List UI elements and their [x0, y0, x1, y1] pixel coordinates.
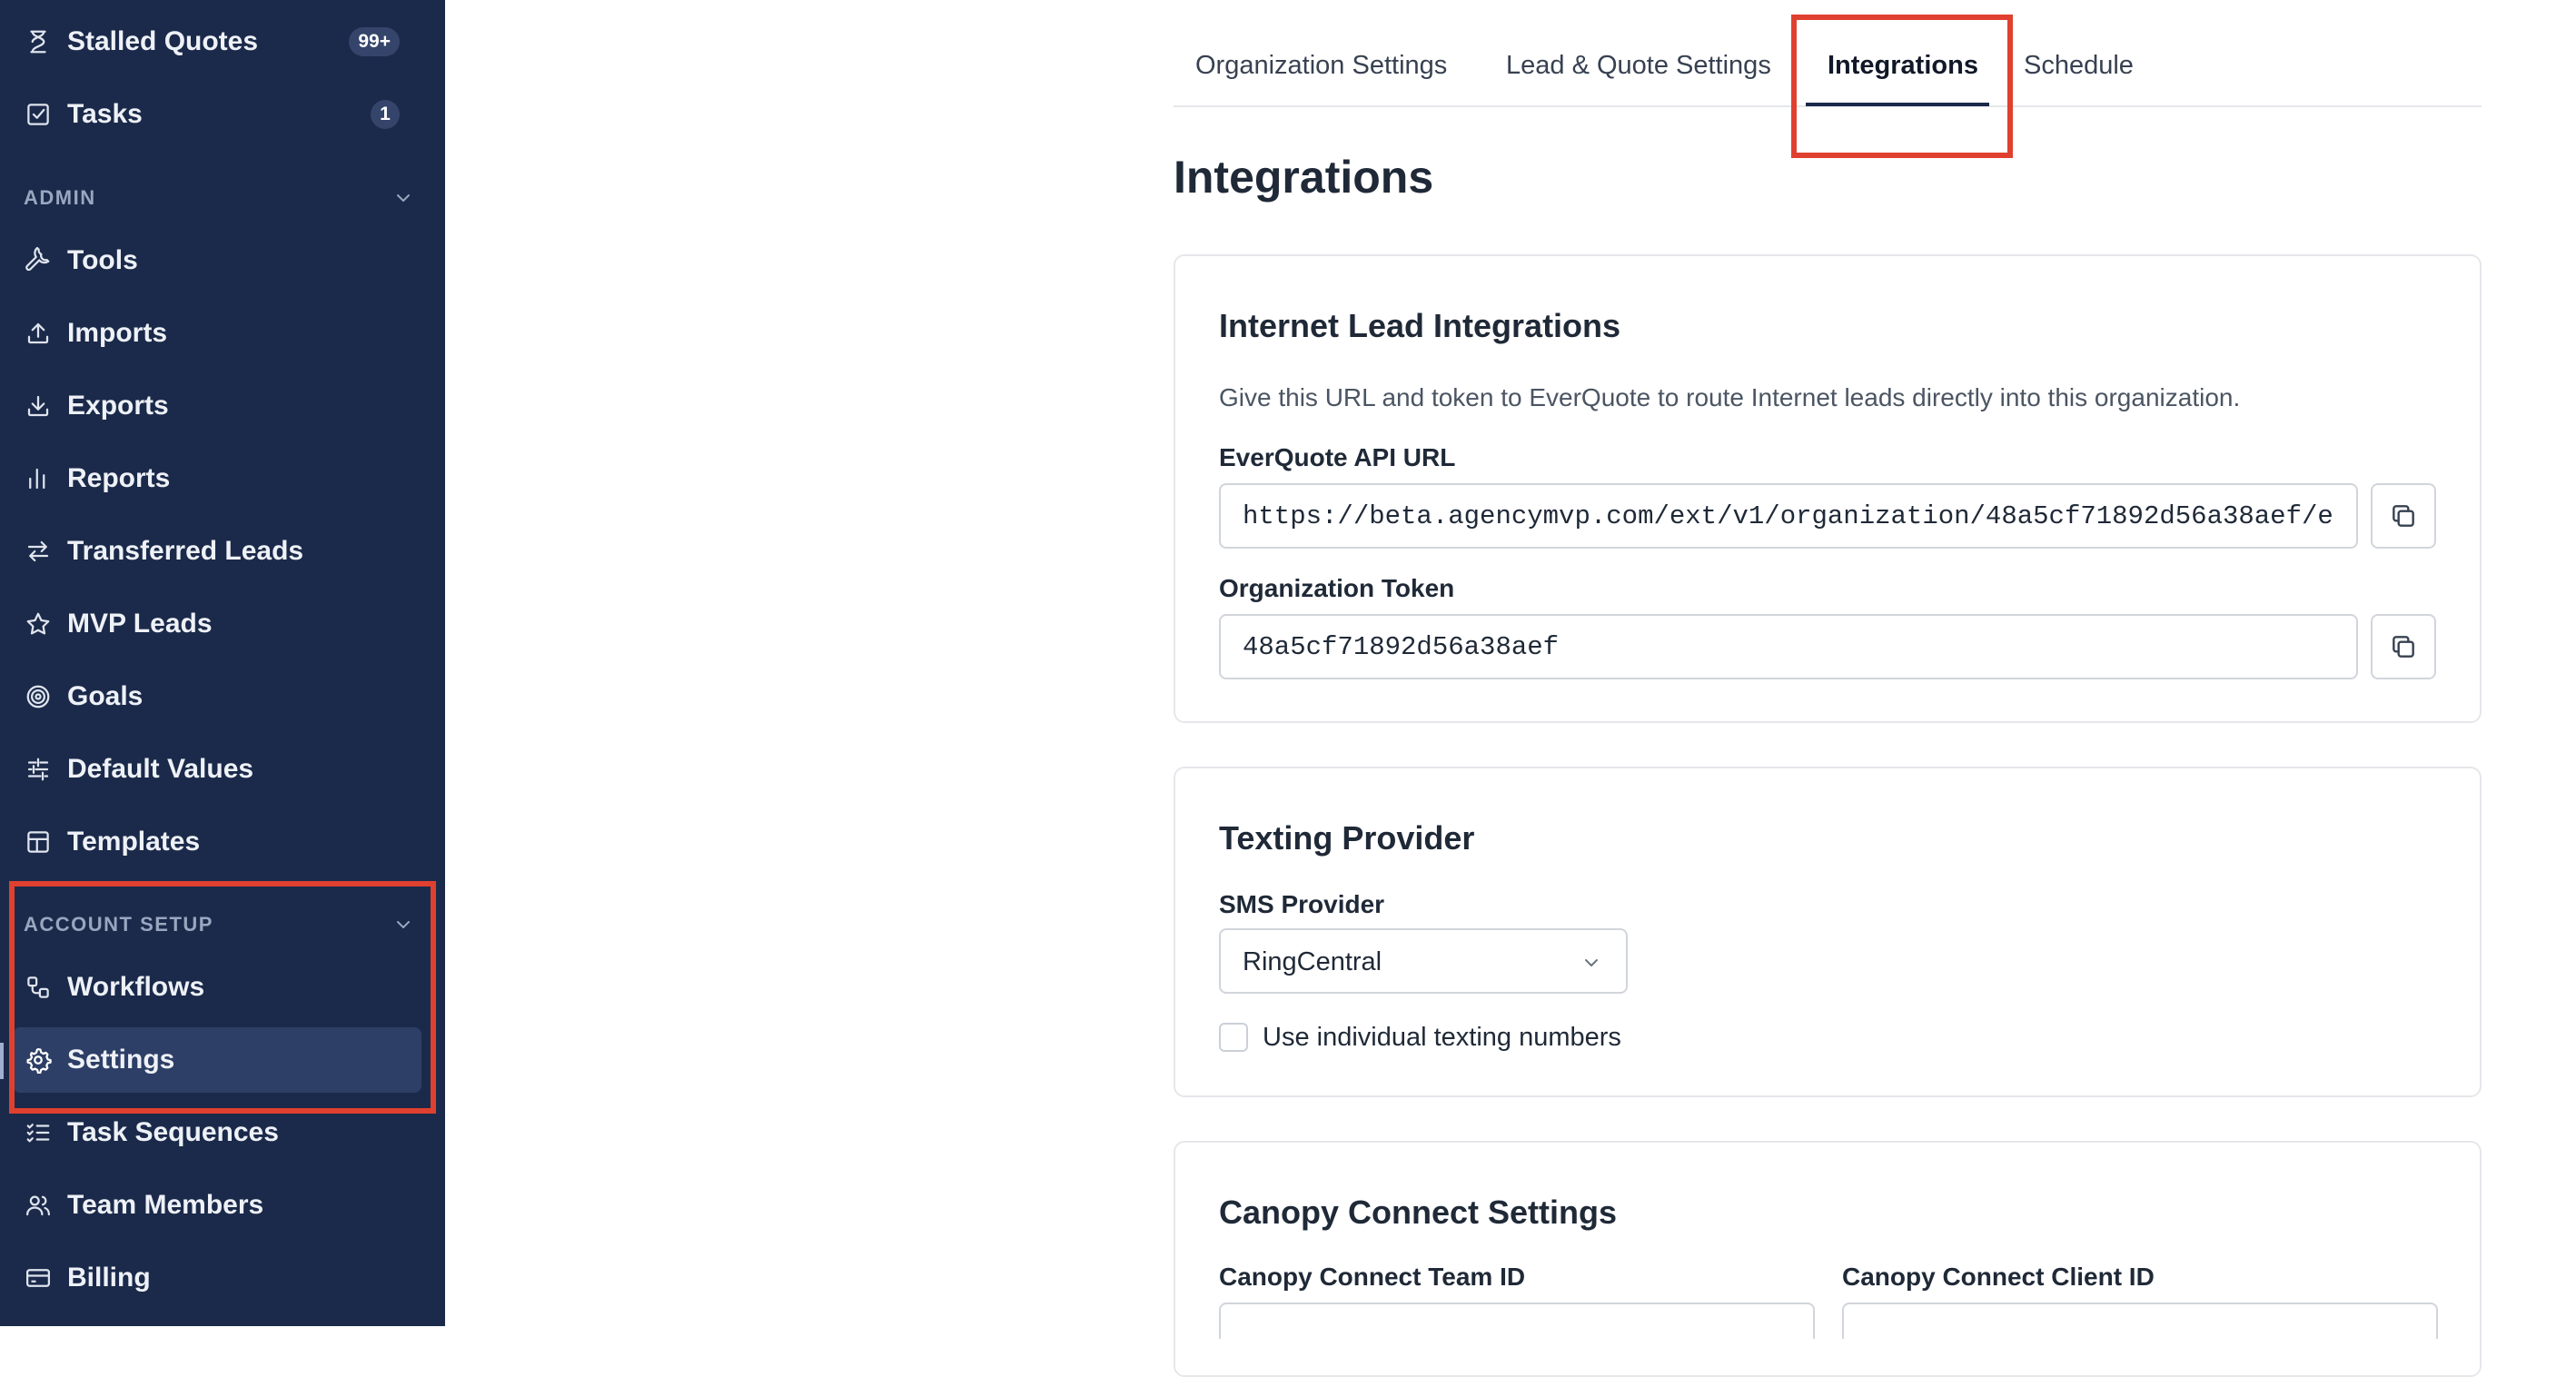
chevron-down-icon: [397, 194, 410, 202]
card-title: Canopy Connect Settings: [1219, 1194, 1618, 1231]
card-title: Internet Lead Integrations: [1219, 307, 1621, 344]
count-badge: 99+: [349, 27, 400, 56]
copy-api-url-button[interactable]: [2371, 483, 2436, 549]
sidebar-item-label: Team Members: [67, 1190, 264, 1220]
hourglass-icon: [24, 27, 53, 56]
sidebar-item-exports[interactable]: Exports: [0, 373, 445, 439]
card-description: Give this URL and token to EverQuote to …: [1219, 383, 2241, 411]
copy-token-button[interactable]: [2371, 614, 2436, 679]
sidebar-item-team-members[interactable]: Team Members: [0, 1173, 445, 1238]
api-url-field[interactable]: [1219, 483, 2358, 549]
active-indicator: [0, 1043, 4, 1079]
sidebar-item-mvp-leads[interactable]: MVP Leads: [0, 591, 445, 657]
sidebar-item-workflows[interactable]: Workflows: [0, 955, 445, 1020]
sidebar-item-label: Exports: [67, 391, 169, 421]
account-setup-section-header[interactable]: ACCOUNT SETUP: [24, 906, 414, 943]
sliders-icon: [24, 755, 53, 784]
chevron-down-icon: [1585, 959, 1598, 966]
wrench-icon: [24, 246, 53, 275]
tab-lead-quote-settings[interactable]: Lead & Quote Settings: [1506, 51, 1771, 81]
sidebar-item-stalled-quotes[interactable]: Stalled Quotes 99+: [0, 9, 445, 74]
sidebar-item-tasks[interactable]: Tasks 1: [0, 82, 445, 147]
transfer-icon: [24, 537, 53, 566]
sidebar-item-task-sequences[interactable]: Task Sequences: [0, 1100, 445, 1165]
sidebar-item-default-values[interactable]: Default Values: [0, 737, 445, 802]
star-icon: [24, 609, 53, 639]
workflow-icon: [24, 973, 53, 1002]
active-tab-underline: [1806, 103, 1989, 106]
sms-provider-select[interactable]: RingCentral: [1219, 928, 1628, 994]
section-title: ACCOUNT SETUP: [24, 913, 213, 936]
sidebar-item-imports[interactable]: Imports: [0, 301, 445, 366]
settings-tabs: Organization Settings Lead & Quote Setti…: [1174, 0, 2482, 107]
chevron-down-icon: [397, 921, 410, 928]
sidebar-item-label: Billing: [67, 1263, 151, 1293]
section-title: ADMIN: [24, 186, 96, 209]
canopy-team-id-label: Canopy Connect Team ID: [1219, 1263, 1526, 1291]
bar-chart-icon: [24, 464, 53, 493]
sidebar-item-label: Settings: [67, 1045, 175, 1075]
sms-provider-label: SMS Provider: [1219, 890, 1385, 918]
tab-integrations[interactable]: Integrations: [1828, 51, 1978, 81]
checkbox-label: Use individual texting numbers: [1263, 1023, 1621, 1052]
sidebar-item-tools[interactable]: Tools: [0, 228, 445, 293]
card-title: Texting Provider: [1219, 819, 1475, 857]
sidebar: Stalled Quotes 99+ Tasks 1 ADMIN Tools I…: [0, 0, 445, 1326]
template-icon: [24, 827, 53, 857]
canopy-client-id-label: Canopy Connect Client ID: [1842, 1263, 2155, 1291]
api-url-label: EverQuote API URL: [1219, 443, 1456, 471]
internet-lead-integrations-card: Internet Lead Integrations Give this URL…: [1174, 254, 2482, 723]
count-badge: 1: [371, 100, 400, 129]
target-icon: [24, 682, 53, 711]
tab-schedule[interactable]: Schedule: [2024, 51, 2134, 81]
copy-icon: [2393, 636, 2414, 658]
sidebar-item-label: Imports: [67, 318, 168, 348]
sidebar-item-label: Stalled Quotes: [67, 26, 259, 56]
organization-token-label: Organization Token: [1219, 574, 1455, 602]
tab-organization-settings[interactable]: Organization Settings: [1195, 51, 1447, 81]
sidebar-item-label: Tools: [67, 245, 138, 275]
individual-texting-checkbox[interactable]: [1219, 1023, 1248, 1052]
canopy-team-id-field[interactable]: [1219, 1303, 1815, 1339]
selected-value: RingCentral: [1243, 947, 1382, 976]
upload-icon: [24, 319, 53, 348]
sidebar-item-label: Templates: [67, 827, 201, 857]
gear-icon: [24, 1045, 53, 1075]
sidebar-item-templates[interactable]: Templates: [0, 809, 445, 875]
organization-token-field[interactable]: [1219, 614, 2358, 679]
sidebar-item-label: MVP Leads: [67, 609, 213, 639]
sidebar-item-transferred-leads[interactable]: Transferred Leads: [0, 519, 445, 584]
page-title: Integrations: [1174, 152, 1434, 203]
download-icon: [24, 391, 53, 421]
sidebar-item-billing[interactable]: Billing: [0, 1245, 445, 1311]
sidebar-item-label: Workflows: [67, 972, 205, 1002]
sidebar-item-label: Default Values: [67, 754, 254, 784]
texting-provider-card: Texting Provider SMS Provider RingCentra…: [1174, 767, 2482, 1097]
checkbox-icon: [24, 100, 53, 129]
admin-section-header[interactable]: ADMIN: [24, 180, 414, 216]
sidebar-item-settings[interactable]: Settings: [0, 1027, 445, 1093]
sidebar-item-label: Reports: [67, 463, 171, 493]
copy-icon: [2393, 505, 2414, 527]
sidebar-item-label: Task Sequences: [67, 1117, 279, 1147]
users-icon: [24, 1191, 53, 1220]
list-check-icon: [24, 1118, 53, 1147]
sidebar-item-label: Transferred Leads: [67, 536, 304, 566]
sidebar-item-goals[interactable]: Goals: [0, 664, 445, 729]
sidebar-item-label: Tasks: [67, 99, 143, 129]
canopy-client-id-field[interactable]: [1842, 1303, 2438, 1339]
credit-card-icon: [24, 1263, 53, 1293]
sidebar-item-label: Goals: [67, 681, 144, 711]
canopy-connect-card: Canopy Connect Settings Canopy Connect T…: [1174, 1141, 2482, 1377]
sidebar-item-reports[interactable]: Reports: [0, 446, 445, 511]
